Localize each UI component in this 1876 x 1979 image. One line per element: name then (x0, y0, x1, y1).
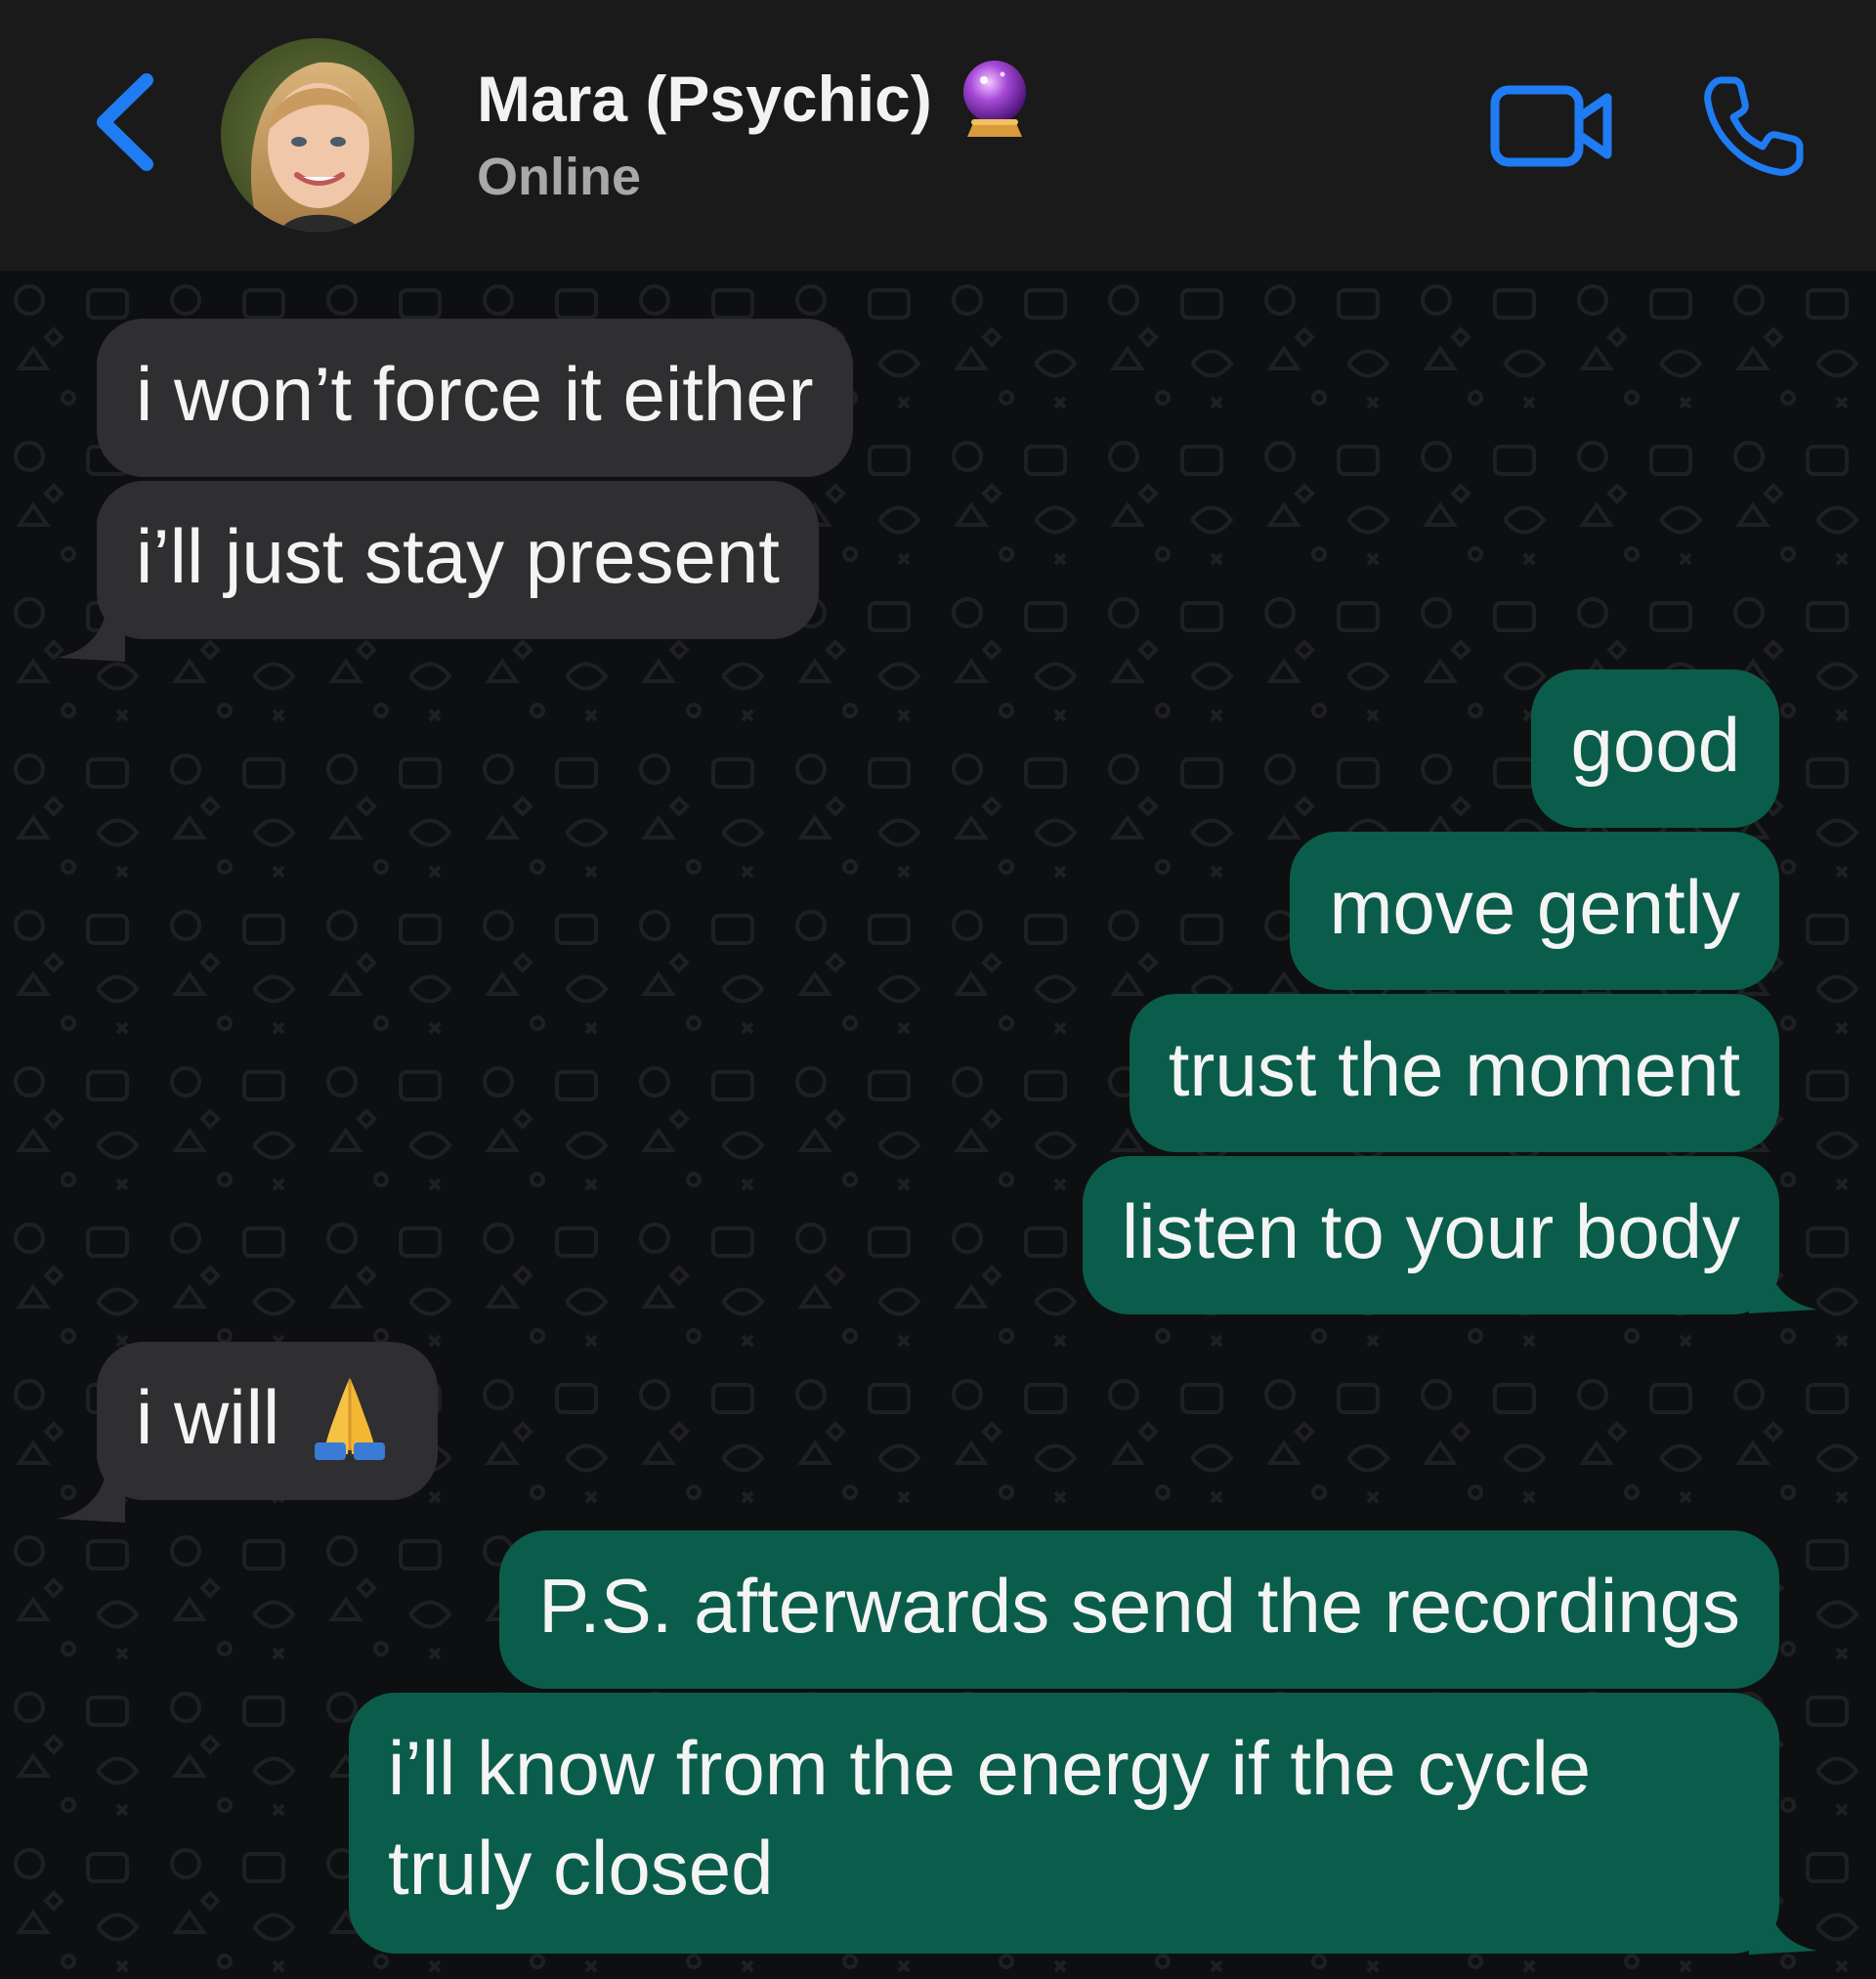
message-text: i won’t force it either (136, 351, 814, 437)
presence-status: Online (477, 148, 642, 206)
message-text: good (1570, 702, 1740, 788)
contact-name-row[interactable]: Mara (Psychic) (477, 59, 1032, 139)
contact-name: Mara (Psychic) (477, 63, 932, 135)
message-text: P.S. afterwards send the recordings (538, 1563, 1740, 1649)
message-text: i’ll just stay present (136, 513, 780, 599)
message-bubble-outgoing[interactable]: move gently (1290, 832, 1779, 990)
phone-icon[interactable] (1700, 72, 1808, 180)
message-text: move gently (1329, 864, 1740, 950)
message-bubble-outgoing[interactable]: i’ll know from the energy if the cycle t… (349, 1693, 1779, 1954)
chat-header: Mara (Psychic) Online (0, 0, 1876, 271)
message-bubble-outgoing[interactable]: trust the moment (1129, 994, 1779, 1152)
message-text: i’ll know from the energy if the cycle t… (388, 1725, 1592, 1911)
avatar[interactable] (221, 38, 414, 232)
message-bubble-incoming[interactable]: i won’t force it either (97, 319, 853, 477)
message-bubble-outgoing[interactable]: good (1531, 669, 1779, 828)
crystal-ball-icon (962, 61, 1026, 137)
message-text: trust the moment (1168, 1026, 1740, 1112)
chevron-left-icon[interactable] (86, 68, 174, 176)
video-camera-icon[interactable] (1490, 82, 1613, 170)
message-list[interactable]: i won’t force it either i’ll just stay p… (0, 271, 1876, 1979)
message-text: i will (136, 1374, 280, 1460)
message-text: listen to your body (1121, 1188, 1740, 1274)
message-bubble-outgoing[interactable]: P.S. afterwards send the recordings (499, 1530, 1779, 1689)
message-bubble-incoming[interactable]: i’ll just stay present (97, 481, 819, 639)
message-bubble-outgoing[interactable]: listen to your body (1082, 1156, 1779, 1314)
message-bubble-incoming[interactable]: i will (97, 1342, 439, 1500)
folded-hands-icon (315, 1378, 386, 1461)
